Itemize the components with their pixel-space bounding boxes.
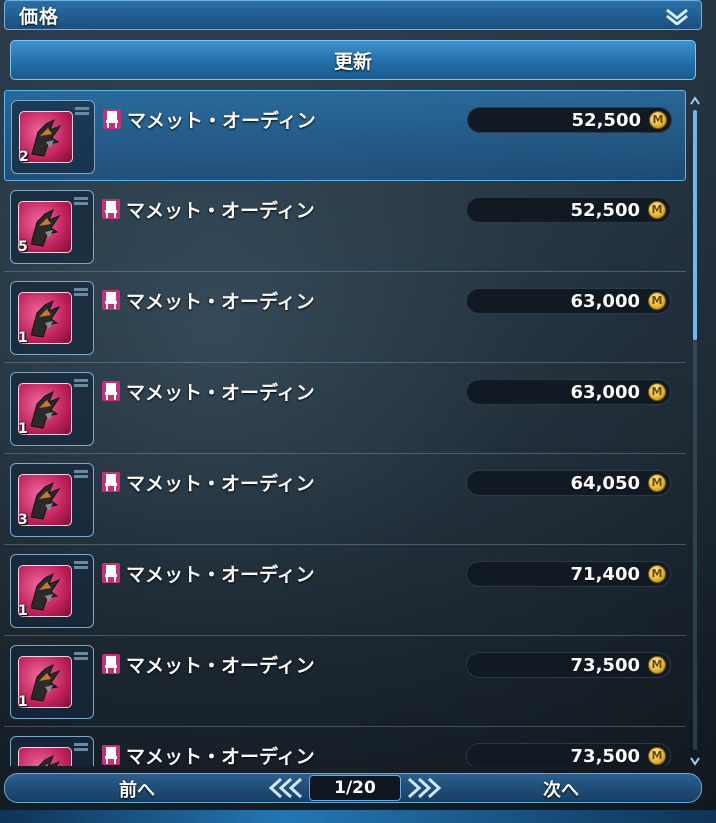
grade-icon xyxy=(74,288,88,296)
meseta-coin-icon: M xyxy=(648,747,666,765)
listing-row[interactable]: 3 マメット・オーディン 64,050 M xyxy=(4,454,686,545)
item-name: マメット・オーディン xyxy=(126,746,315,766)
item-quantity: 1 xyxy=(18,694,28,710)
listing-list: 2 マメット・オーディン 52,500 M 5 マメット・オーディン 52,50… xyxy=(4,90,686,766)
item-name: マメット・オーディン xyxy=(126,200,315,222)
listing-row[interactable]: 2 マメット・オーディン 52,500 M xyxy=(4,90,686,181)
grade-icon xyxy=(74,470,88,478)
price-box: 73,500 M xyxy=(466,743,671,766)
item-quantity: 5 xyxy=(18,239,28,255)
item-icon-frame: 1 xyxy=(10,554,94,628)
item-quantity: 1 xyxy=(18,603,28,619)
next-page-button[interactable]: 次へ xyxy=(543,776,579,802)
item-price: 71,400 xyxy=(570,564,640,585)
odin-mag-icon xyxy=(18,747,72,766)
price-box: 73,500 M xyxy=(466,652,671,678)
item-quantity: 2 xyxy=(19,149,29,165)
meseta-coin-icon: M xyxy=(648,565,666,583)
item-name: マメット・オーディン xyxy=(126,564,315,586)
item-icon-frame xyxy=(10,736,94,766)
room-goods-icon xyxy=(102,381,120,401)
meseta-coin-icon: M xyxy=(649,111,667,129)
room-goods-icon xyxy=(103,109,121,129)
item-name: マメット・オーディン xyxy=(126,291,315,313)
item-name: マメット・オーディン xyxy=(126,382,315,404)
double-chevron-right-icon[interactable] xyxy=(403,777,443,799)
meseta-coin-icon: M xyxy=(648,201,666,219)
item-price: 73,500 xyxy=(570,746,640,766)
listing-row[interactable]: 1 マメット・オーディン 63,000 M xyxy=(4,272,686,363)
price-box: 63,000 M xyxy=(466,288,671,314)
item-name: マメット・オーディン xyxy=(127,110,316,132)
scrollbar[interactable] xyxy=(690,96,700,766)
grade-icon xyxy=(74,379,88,387)
room-goods-icon xyxy=(102,563,120,583)
price-box: 63,000 M xyxy=(466,379,671,405)
sort-dropdown[interactable]: 価格 xyxy=(4,0,702,30)
grade-icon xyxy=(74,197,88,205)
item-icon-frame: 5 xyxy=(10,190,94,264)
page-indicator: 1/20 xyxy=(309,775,401,801)
grade-icon xyxy=(75,107,89,115)
listing-row[interactable]: 1 マメット・オーディン 71,400 M xyxy=(4,545,686,636)
scroll-track[interactable] xyxy=(693,110,697,750)
item-price: 52,500 xyxy=(571,110,641,131)
price-box: 52,500 M xyxy=(467,107,672,133)
item-price: 64,050 xyxy=(570,473,640,494)
item-icon-frame: 2 xyxy=(11,100,95,174)
listing-row[interactable]: 5 マメット・オーディン 52,500 M xyxy=(4,181,686,272)
item-price: 52,500 xyxy=(570,200,640,221)
listing-row[interactable]: マメット・オーディン 73,500 M xyxy=(4,727,686,766)
item-quantity: 3 xyxy=(18,512,28,528)
chevron-down-icon[interactable] xyxy=(665,7,689,25)
meseta-coin-icon: M xyxy=(648,383,666,401)
item-quantity: 1 xyxy=(18,421,28,437)
room-goods-icon xyxy=(102,472,120,492)
scroll-thumb[interactable] xyxy=(693,110,697,340)
item-name: マメット・オーディン xyxy=(126,655,315,677)
room-goods-icon xyxy=(102,290,120,310)
item-price: 63,000 xyxy=(570,291,640,312)
item-icon-frame: 3 xyxy=(10,463,94,537)
item-price: 73,500 xyxy=(570,655,640,676)
grade-icon xyxy=(74,743,88,751)
refresh-button[interactable]: 更新 xyxy=(10,40,696,80)
room-goods-icon xyxy=(102,745,120,765)
double-chevron-left-icon[interactable] xyxy=(267,777,307,799)
meseta-coin-icon: M xyxy=(648,292,666,310)
prev-page-button[interactable]: 前へ xyxy=(119,776,155,802)
price-box: 52,500 M xyxy=(466,197,671,223)
pager: 前へ 1/20 次へ xyxy=(4,773,702,803)
meseta-coin-icon: M xyxy=(648,656,666,674)
item-icon-frame: 1 xyxy=(10,645,94,719)
price-box: 64,050 M xyxy=(466,470,671,496)
refresh-label: 更新 xyxy=(333,50,372,73)
listing-row[interactable]: 1 マメット・オーディン 73,500 M xyxy=(4,636,686,727)
grade-icon xyxy=(74,652,88,660)
listing-row[interactable]: 1 マメット・オーディン 63,000 M xyxy=(4,363,686,454)
item-icon-frame: 1 xyxy=(10,281,94,355)
room-goods-icon xyxy=(102,654,120,674)
meseta-coin-icon: M xyxy=(648,474,666,492)
item-quantity: 1 xyxy=(18,330,28,346)
sort-label: 価格 xyxy=(19,5,60,28)
bottom-bar xyxy=(0,810,716,823)
price-box: 71,400 M xyxy=(466,561,671,587)
grade-icon xyxy=(74,561,88,569)
scroll-up-icon[interactable] xyxy=(690,96,700,106)
room-goods-icon xyxy=(102,199,120,219)
scroll-down-icon[interactable] xyxy=(690,756,700,766)
item-icon-frame: 1 xyxy=(10,372,94,446)
item-name: マメット・オーディン xyxy=(126,473,315,495)
item-price: 63,000 xyxy=(570,382,640,403)
